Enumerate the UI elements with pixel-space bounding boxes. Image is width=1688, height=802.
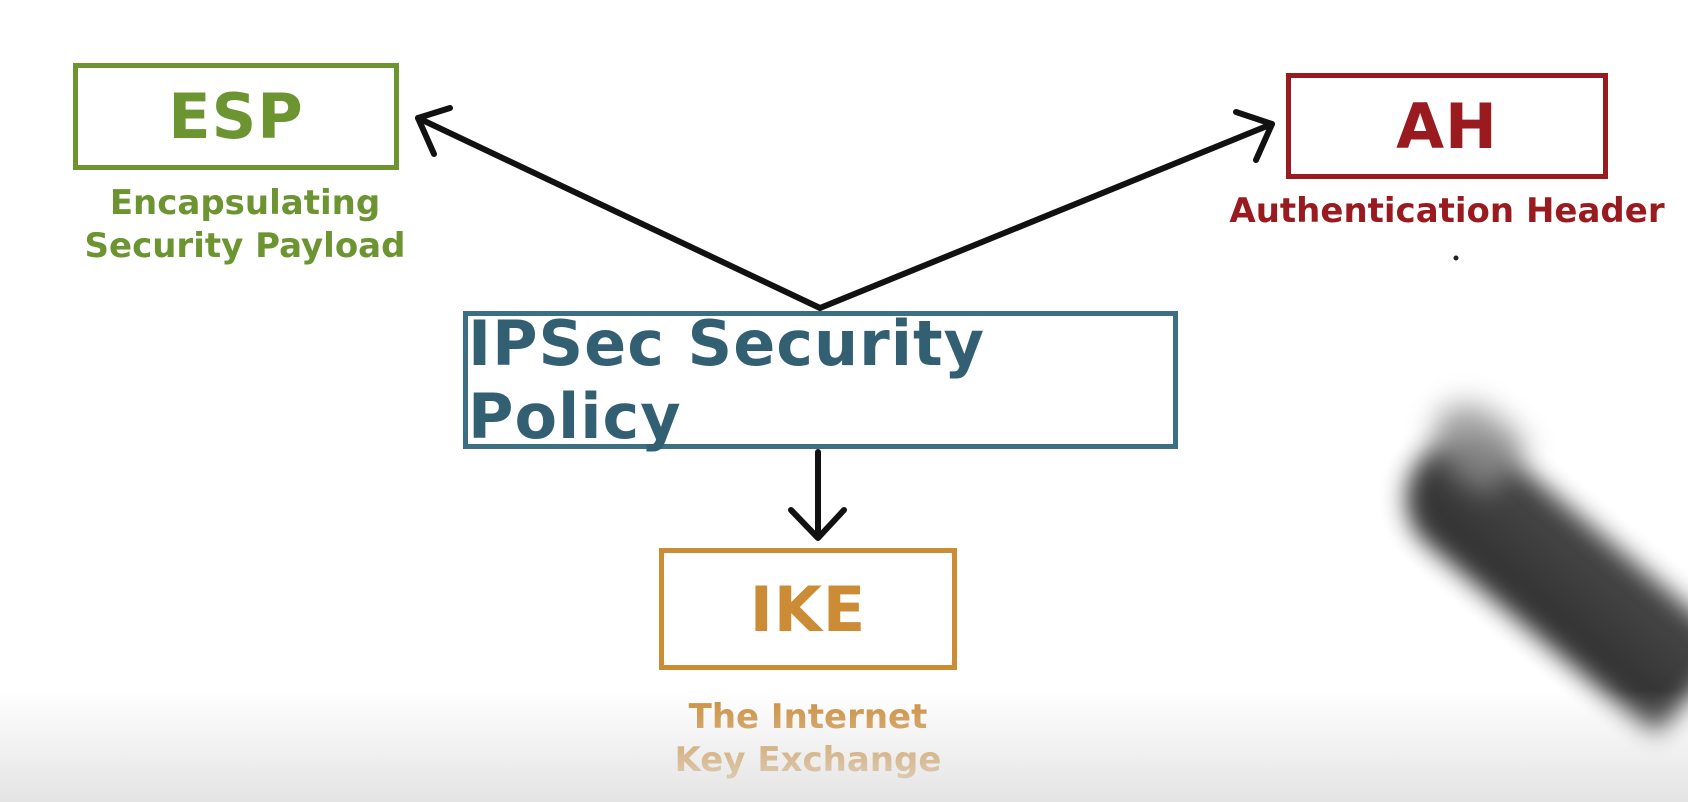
ike-box: IKE — [659, 548, 957, 670]
ipsec-policy-label: IPSec Security Policy — [468, 307, 986, 453]
esp-caption: Encapsulating Security Payload — [80, 182, 410, 267]
stray-dot — [1453, 255, 1459, 261]
ike-label: IKE — [749, 572, 867, 646]
ah-label: AH — [1396, 89, 1498, 163]
diagram-canvas: ESP Encapsulating Security Payload AH Au… — [0, 0, 1688, 802]
ike-caption: The Internet Key Exchange — [655, 696, 961, 781]
esp-label: ESP — [168, 80, 304, 153]
ah-caption-text: Authentication Header — [1229, 191, 1665, 231]
esp-caption-text: Encapsulating Security Payload — [84, 183, 406, 266]
ipsec-policy-box: IPSec Security Policy — [463, 307, 1178, 453]
arrow-to-ike — [788, 449, 847, 541]
esp-box: ESP — [73, 63, 399, 170]
ike-caption-text: The Internet Key Exchange — [674, 697, 942, 780]
ah-caption: Authentication Header — [1222, 190, 1672, 233]
ah-box: AH — [1286, 73, 1608, 179]
pen-image — [1381, 414, 1688, 738]
arrow-to-ah — [817, 109, 1275, 311]
arrow-to-esp — [415, 105, 823, 311]
